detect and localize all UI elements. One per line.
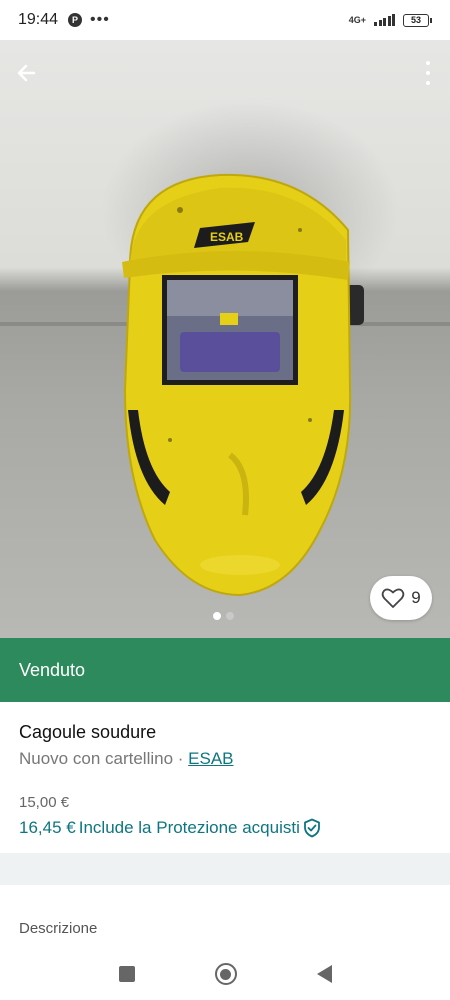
status-indicators: 4G+ 53 [348, 13, 432, 27]
sold-banner: Venduto [0, 638, 450, 702]
back-triangle-icon[interactable] [316, 965, 332, 983]
image-page-indicator [213, 612, 234, 620]
heart-icon [381, 588, 405, 608]
page-dot-active [213, 612, 221, 620]
notification-icon: P [68, 13, 83, 27]
more-options-icon[interactable] [420, 58, 436, 88]
welding-helmet-image: ESAB [122, 173, 364, 597]
status-time: 19:44 [18, 11, 59, 28]
helmet-brand-mark: ESAB [210, 230, 244, 244]
battery-level: 53 [403, 13, 429, 27]
favorite-count: 9 [411, 588, 421, 607]
network-type: 4G+ [348, 14, 366, 25]
recent-apps-icon[interactable] [118, 966, 135, 982]
item-subtitle: Nuovo con cartellino · ESAB [19, 749, 434, 769]
item-price: 15,00 € [19, 794, 70, 811]
back-arrow-icon[interactable] [12, 58, 42, 88]
listing-details: Cagoule soudure Nuovo con cartellino · E… [19, 722, 434, 838]
sold-label: Venduto [19, 659, 86, 680]
brand-link[interactable]: ESAB [188, 749, 233, 768]
system-nav-bar [0, 948, 450, 1000]
shield-check-icon [303, 818, 320, 838]
signal-icon [374, 14, 395, 26]
price-with-protection[interactable]: 16,45 € Include la Protezione acquisti [19, 818, 434, 838]
page-dot [226, 612, 234, 620]
protected-price: 16,45 € [19, 818, 76, 837]
status-bar: 19:44 P ••• 4G+ 53 [0, 0, 450, 40]
home-icon[interactable] [214, 963, 237, 985]
section-separator [0, 853, 450, 885]
more-notifications-icon: ••• [90, 11, 110, 28]
battery-icon: 53 [403, 13, 432, 27]
item-title: Cagoule soudure [19, 722, 157, 742]
description-label: Descrizione [19, 920, 98, 937]
favorite-button[interactable]: 9 [370, 576, 432, 620]
item-condition: Nuovo con cartellino · [19, 749, 189, 768]
protection-label: Include la Protezione acquisti [78, 818, 300, 837]
product-photo[interactable]: ESAB 9 [0, 40, 450, 638]
